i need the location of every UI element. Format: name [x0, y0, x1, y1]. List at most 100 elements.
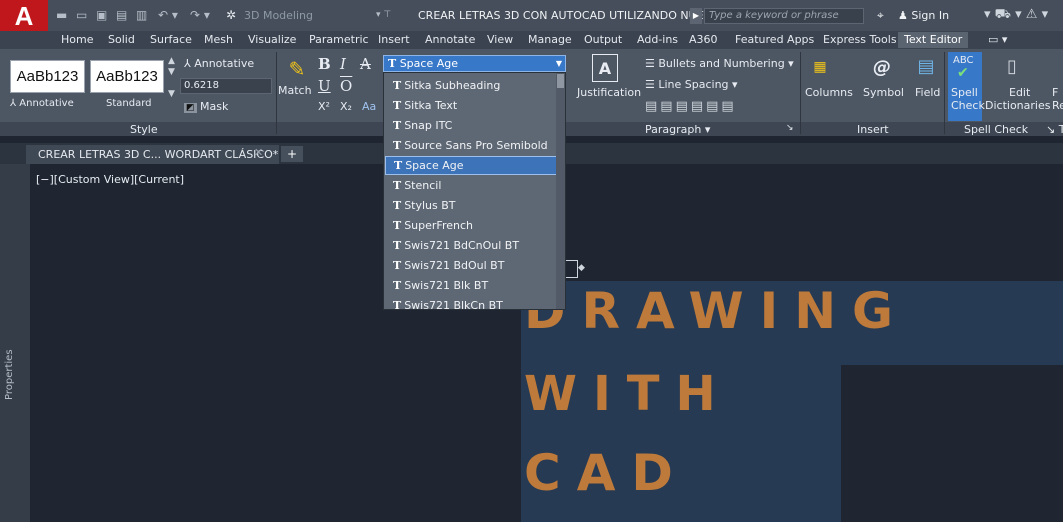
dictionary-icon[interactable]: ▯ — [1004, 54, 1020, 78]
close-icon[interactable]: ✕ — [254, 146, 263, 159]
change-case-button[interactable]: Aa — [362, 100, 376, 113]
check-icon: ✔ — [957, 65, 969, 81]
font-option[interactable]: T Sitka Subheading — [385, 76, 557, 95]
font-option[interactable]: T SuperFrench — [385, 216, 557, 235]
ribbon-options-icon[interactable]: ▭ ▾ — [988, 33, 1007, 47]
viewport-controls[interactable]: [−][Custom View][Current] — [36, 173, 184, 186]
tab-view[interactable]: View — [487, 33, 513, 47]
redo-icon[interactable]: ↷ ▾ — [190, 8, 210, 22]
line-spacing-button[interactable]: ☰ Line Spacing ▾ — [645, 78, 738, 91]
underline-button[interactable]: U — [318, 78, 331, 94]
properties-palette-bar[interactable] — [0, 164, 30, 522]
font-option[interactable]: T Source Sans Pro Semibold — [385, 136, 557, 155]
new-icon[interactable]: ▬ — [56, 8, 67, 22]
tab-solid[interactable]: Solid — [108, 33, 135, 47]
tab-annotate[interactable]: Annotate — [425, 33, 475, 47]
save-as-icon[interactable]: ▤ — [116, 8, 127, 22]
chevron-right-icon[interactable]: ▶ — [690, 8, 702, 24]
tab-home[interactable]: Home — [61, 33, 93, 47]
dropdown-scroll-thumb[interactable] — [557, 74, 564, 88]
truetype-icon: T — [388, 57, 397, 70]
plot-icon[interactable]: ▥ — [136, 8, 147, 22]
tab-express-tools[interactable]: Express Tools — [823, 33, 897, 47]
font-option[interactable]: T Swis721 BlkCn BT — [385, 296, 557, 309]
match-brush-icon[interactable]: ✎ — [284, 56, 310, 82]
workspace-dropdown-icon[interactable]: ▾ ⊤ — [376, 8, 391, 22]
save-icon[interactable]: ▣ — [96, 8, 107, 22]
bold-button[interactable]: B — [318, 56, 331, 72]
dropdown-scrollbar[interactable] — [556, 73, 565, 309]
edit-dictionaries-label-2[interactable]: Dictionaries — [985, 99, 1050, 112]
symbol-icon[interactable]: @ — [872, 56, 892, 78]
mtext-line-3[interactable]: CAD — [524, 448, 689, 498]
style-standard-swatch[interactable]: AaBb123 — [90, 60, 164, 93]
tab-parametric[interactable]: Parametric — [309, 33, 369, 47]
bullets-button[interactable]: ☰ Bullets and Numbering ▾ — [645, 57, 794, 70]
font-option[interactable]: T Stylus BT — [385, 196, 557, 215]
find-replace-label-2[interactable]: Re — [1052, 99, 1063, 112]
font-option[interactable]: T Swis721 BdOul BT — [385, 256, 557, 275]
mtext-ruler-corner[interactable] — [564, 260, 578, 278]
truetype-icon: T — [393, 219, 402, 232]
tab-visualize[interactable]: Visualize — [248, 33, 296, 47]
tab-mesh[interactable]: Mesh — [204, 33, 233, 47]
truetype-icon: T — [393, 259, 402, 272]
mask-button[interactable]: ◩ Mask — [184, 100, 228, 113]
alignment-icons[interactable]: ▤▤▤▤▤▤ — [645, 99, 737, 114]
font-option[interactable]: T Sitka Text — [385, 96, 557, 115]
tab-insert[interactable]: Insert — [378, 33, 410, 47]
justification-icon[interactable]: A — [592, 54, 618, 82]
workspace-selector[interactable]: 3D Modeling — [244, 9, 313, 22]
annotative-toggle[interactable]: ⅄ Annotative — [184, 57, 254, 70]
style-scroll-arrows[interactable]: ▲ ▼ ▼ — [168, 56, 175, 100]
gear-icon[interactable]: ✲ — [226, 8, 236, 22]
font-dropdown-list[interactable]: T Sitka Subheading T Sitka Text T Snap ITC … — [383, 72, 566, 310]
binoculars-icon[interactable]: ⌖ — [877, 8, 884, 23]
font-select[interactable]: T Space Age ▼ — [383, 55, 566, 72]
columns-icon[interactable]: ▦ — [812, 58, 828, 76]
style-annotative-swatch[interactable]: AaBb123 — [10, 60, 85, 93]
field-icon[interactable]: ▤ — [918, 54, 935, 78]
tab-output[interactable]: Output — [584, 33, 622, 47]
edit-dictionaries-label[interactable]: Edit — [1009, 86, 1030, 99]
tab-text-editor[interactable]: Text Editor — [898, 32, 969, 48]
annotative-toggle-icon: ⅄ — [184, 57, 195, 70]
italic-button[interactable]: I — [340, 56, 346, 72]
subscript-button[interactable]: X₂ — [340, 100, 352, 113]
strikethrough-button[interactable]: A — [360, 56, 371, 72]
search-input[interactable]: Type a keyword or phrase — [704, 8, 864, 24]
font-option[interactable]: T Swis721 Blk BT — [385, 276, 557, 295]
justification-button[interactable]: Justification — [577, 86, 641, 99]
font-option[interactable]: T Snap ITC — [385, 116, 557, 135]
find-replace-label[interactable]: F — [1052, 86, 1058, 99]
properties-label[interactable]: Properties — [4, 349, 15, 400]
panel-launcher-icon[interactable]: ↘ — [1046, 123, 1059, 136]
tab-a360[interactable]: A360 — [689, 33, 718, 47]
columns-button[interactable]: Columns — [805, 86, 853, 99]
tab-add-ins[interactable]: Add-ins — [637, 33, 678, 47]
font-option-selected[interactable]: T Space Age — [385, 156, 557, 175]
tab-featured-apps[interactable]: Featured Apps — [735, 33, 814, 47]
new-tab-button[interactable]: + — [281, 146, 303, 162]
paragraph-launcher-icon[interactable]: ↘ — [786, 123, 794, 133]
text-height-input[interactable]: 0.6218 — [180, 78, 272, 94]
tab-manage[interactable]: Manage — [528, 33, 572, 47]
tab-surface[interactable]: Surface — [150, 33, 192, 47]
cart-icon[interactable]: ▾ ⛟ ▾ ⚠ ▾ — [984, 7, 1048, 24]
overline-button[interactable]: O — [340, 78, 352, 94]
match-button[interactable]: Match — [278, 84, 312, 97]
superscript-button[interactable]: X² — [318, 100, 330, 113]
mtext-line-2[interactable]: WITH — [524, 370, 732, 418]
file-tab[interactable]: CREAR LETRAS 3D C... WORDART CLÁSICO* — [26, 145, 279, 164]
undo-icon[interactable]: ↶ ▾ — [158, 8, 178, 22]
font-option[interactable]: T Swis721 BdCnOul BT — [385, 236, 557, 255]
font-option[interactable]: T Stencil — [385, 176, 557, 195]
mtext-line-1[interactable]: DRAWING — [524, 286, 909, 336]
symbol-button[interactable]: Symbol — [863, 86, 904, 99]
sign-in-button[interactable]: ♟ Sign In — [898, 9, 949, 22]
open-icon[interactable]: ▭ — [76, 8, 87, 22]
bullets-icon: ☰ — [645, 57, 659, 70]
field-button[interactable]: Field — [915, 86, 940, 99]
ruler-arrow-icon[interactable]: ◆ — [578, 263, 585, 273]
application-menu-button[interactable]: A — [0, 0, 48, 31]
